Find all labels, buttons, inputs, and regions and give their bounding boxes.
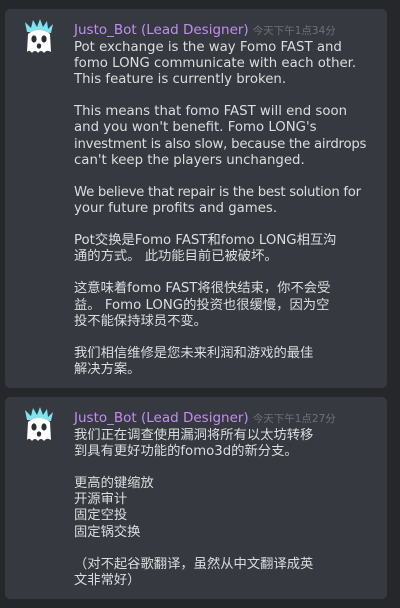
- avatar[interactable]: [19, 406, 59, 446]
- message-paragraph: 这意味着fomo FAST将很快结束，你不会受 益。 Fomo LONG的投资也…: [74, 281, 380, 329]
- text-line: 到具有更好功能的fomo3d的新分支。: [74, 444, 298, 460]
- text-line: 益。 Fomo LONG的投资也很缓慢，因为空: [74, 297, 330, 313]
- author-name[interactable]: Justo_Bot (Lead Designer): [74, 22, 249, 38]
- chat-message: Justo_Bot (Lead Designer) 今天下午1点27分 我们正在调…: [5, 397, 387, 599]
- text-line: 投不能保持球员不变。: [74, 313, 207, 329]
- ghost-mascot-icon: [25, 407, 53, 441]
- message-body: 我们正在调查使用漏洞将所有以太坊转移 到具有更好功能的fomo3d的新分支。 更…: [74, 428, 380, 589]
- text-line: 固定空投: [74, 508, 128, 524]
- text-line: This means that fomo FAST will end soon: [74, 104, 348, 120]
- text-line: Pot交换是Fomo FAST和fomo LONG相互沟: [74, 233, 337, 249]
- text-line: This feature is currently broken.: [74, 72, 287, 88]
- avatar[interactable]: [19, 18, 59, 58]
- text-line: 文非常好）: [74, 572, 141, 588]
- message-paragraph: 更高的键缩放 开源审计 固定空投 固定锅交换: [74, 476, 380, 540]
- message-body: Pot exchange is the way Fomo FAST and fo…: [74, 40, 380, 378]
- message-paragraph: 我们相信维修是您未来利润和游戏的最佳 解决方案。: [74, 346, 380, 378]
- text-line: Pot exchange is the way Fomo FAST and: [74, 40, 342, 55]
- text-line: 更高的键缩放: [74, 476, 154, 492]
- message-paragraph: We believe that repair is the best solut…: [74, 185, 380, 217]
- chat-message: Justo_Bot (Lead Designer) 今天下午1点34分 Pot e…: [5, 9, 387, 388]
- message-header: Justo_Bot (Lead Designer) 今天下午1点27分: [74, 407, 336, 426]
- message-header: Justo_Bot (Lead Designer) 今天下午1点34分: [74, 19, 336, 38]
- text-line: and you won't benefit. Fomo LONG's: [74, 120, 317, 136]
- text-line: 通的方式。 此功能目前已被破坏。: [74, 249, 278, 265]
- text-line: 固定锅交换: [74, 524, 141, 540]
- text-line: 这意味着fomo FAST将很快结束，你不会受: [74, 281, 331, 297]
- text-line: We believe that repair is the best solut…: [74, 184, 361, 200]
- message-paragraph: （对不起谷歌翻译，虽然从中文翻译成英 文非常好）: [74, 557, 380, 589]
- text-line: （对不起谷歌翻译，虽然从中文翻译成英: [74, 556, 314, 572]
- timestamp: 今天下午1点34分: [252, 25, 336, 37]
- timestamp: 今天下午1点27分: [252, 413, 336, 425]
- text-line: 解决方案。: [74, 361, 141, 377]
- message-paragraph: This means that fomo FAST will end soon …: [74, 104, 380, 168]
- text-line: investment is also slow, because the air…: [74, 136, 367, 152]
- text-line: 我们相信维修是您未来利润和游戏的最佳: [74, 345, 314, 361]
- text-line: can't keep the players unchanged.: [74, 152, 305, 168]
- text-line: fomo LONG communicate with each other.: [74, 56, 357, 72]
- message-paragraph: Pot交换是Fomo FAST和fomo LONG相互沟 通的方式。 此功能目前…: [74, 233, 380, 265]
- text-line: 开源审计: [74, 492, 128, 508]
- author-name[interactable]: Justo_Bot (Lead Designer): [74, 410, 249, 426]
- message-paragraph: 我们正在调查使用漏洞将所有以太坊转移 到具有更好功能的fomo3d的新分支。: [74, 428, 380, 460]
- ghost-mascot-icon: [25, 19, 53, 53]
- text-line: your future profits and games.: [74, 200, 278, 216]
- text-line: 我们正在调查使用漏洞将所有以太坊转移: [74, 428, 314, 443]
- message-paragraph: Pot exchange is the way Fomo FAST and fo…: [74, 40, 380, 88]
